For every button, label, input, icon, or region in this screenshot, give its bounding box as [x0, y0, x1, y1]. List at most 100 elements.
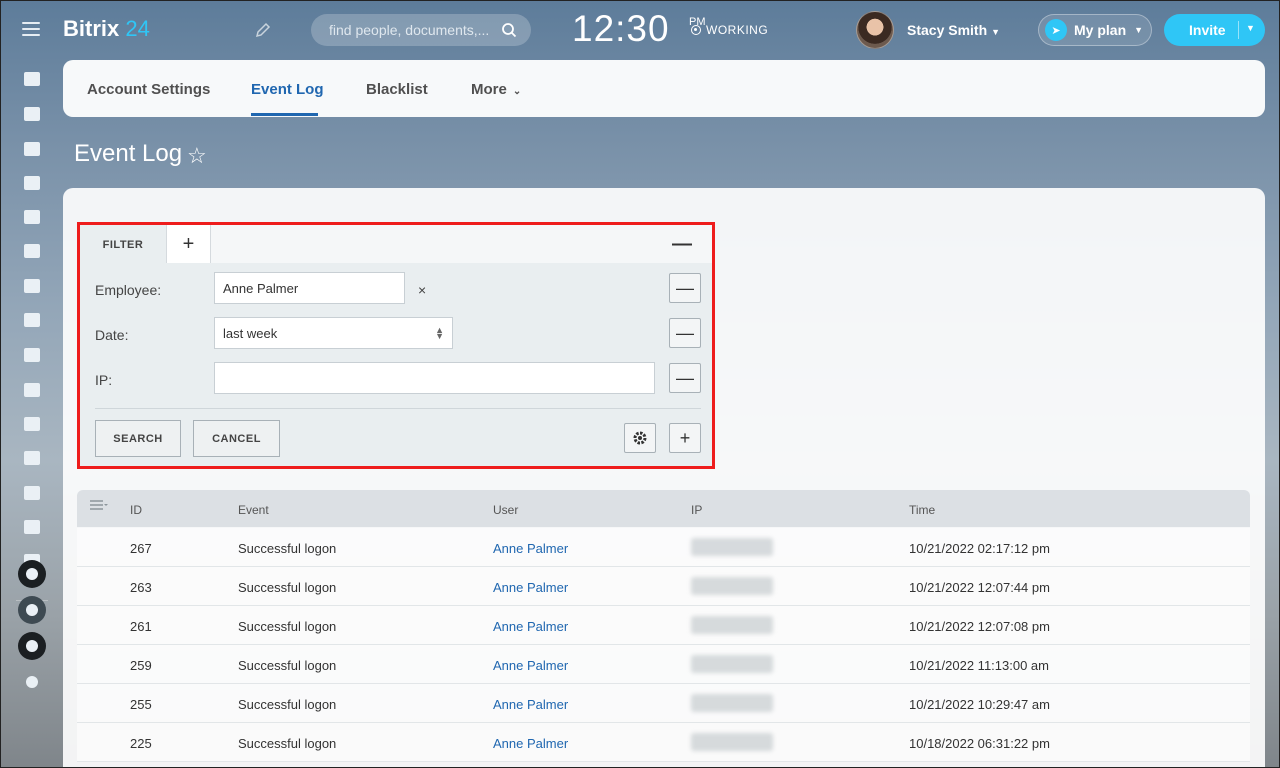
network-icon[interactable] [18, 668, 46, 696]
glyph [23, 210, 40, 224]
column-header-event[interactable]: Event [238, 503, 269, 517]
cell-user-link[interactable]: Anne Palmer [493, 697, 568, 712]
glyph [23, 176, 40, 190]
docs-icon[interactable] [12, 200, 51, 234]
chat-icon[interactable] [12, 132, 51, 166]
search-icon[interactable] [501, 22, 517, 38]
chevron-down-icon[interactable]: ▼ [1246, 23, 1255, 33]
column-header-ip[interactable]: IP [691, 503, 702, 517]
status-label: WORKING [706, 23, 769, 37]
search-button[interactable]: SEARCH [95, 420, 181, 457]
cell-user-link[interactable]: Anne Palmer [493, 541, 568, 556]
date-select[interactable]: last week ▲ ▼ [214, 317, 453, 349]
clock[interactable]: 12:30 PM [572, 8, 706, 50]
cell-ip-redacted [691, 616, 773, 634]
table-row[interactable]: 261 Successful logon Anne Palmer 10/21/2022… [77, 606, 1250, 645]
tab-event-log[interactable]: Event Log [251, 81, 324, 98]
work-status[interactable]: WORKING [691, 23, 768, 37]
column-header-id[interactable]: ID [130, 503, 142, 517]
cell-id: 267 [130, 541, 152, 556]
cell-user-link[interactable]: Anne Palmer [493, 658, 568, 673]
remove-ip-field-icon[interactable]: — [669, 363, 701, 393]
table-row[interactable]: 267 Successful logon Anne Palmer 10/21/2022… [77, 528, 1250, 567]
table-row[interactable]: 263 Successful logon Anne Palmer 10/21/2022… [77, 567, 1250, 606]
table-row[interactable]: 259 Successful logon Anne Palmer 10/21/2022… [77, 645, 1250, 684]
cell-event: Successful logon [238, 541, 337, 556]
collapse-icon[interactable] [18, 632, 46, 660]
remove-date-field-icon[interactable]: — [669, 318, 701, 348]
groups-icon[interactable] [12, 303, 51, 337]
cart-icon[interactable] [12, 441, 51, 475]
tasks-icon[interactable] [12, 338, 51, 372]
tab-more[interactable]: More ⌄ [471, 81, 521, 98]
cancel-button[interactable]: CANCEL [193, 420, 280, 457]
logo[interactable]: Bitrix 24 [63, 16, 150, 42]
clock-time: 12:30 [572, 8, 670, 49]
tab-blacklist[interactable]: Blacklist [366, 81, 428, 98]
my-plan-button[interactable]: ➤ My plan ▼ [1038, 14, 1152, 46]
tab-account-settings[interactable]: Account Settings [87, 81, 210, 98]
user-menu[interactable]: Stacy Smith ▼ [907, 22, 1000, 38]
avatar[interactable] [856, 11, 894, 49]
add-filter-tab-icon[interactable]: + [166, 225, 211, 263]
glyph [23, 72, 40, 86]
glyph [26, 604, 38, 616]
target-icon[interactable] [12, 407, 51, 441]
glyph [23, 244, 40, 258]
search-input[interactable] [327, 21, 491, 39]
cell-id: 225 [130, 736, 152, 751]
sites-icon[interactable] [18, 560, 46, 588]
crm-filter-icon[interactable] [12, 373, 51, 407]
filter-tab[interactable]: FILTER [80, 225, 166, 265]
glyph [23, 486, 40, 500]
status-icon [691, 25, 701, 35]
table-row[interactable]: 225 Successful logon Anne Palmer 10/18/2022… [77, 723, 1250, 762]
left-sidebar [12, 62, 51, 622]
collapse-filter-icon[interactable]: — [672, 233, 692, 256]
employee-field[interactable]: Anne Palmer [214, 272, 405, 304]
calendar-icon[interactable] [12, 166, 51, 200]
search-box[interactable] [311, 14, 531, 46]
cell-event: Successful logon [238, 697, 337, 712]
column-settings-icon[interactable] [89, 499, 109, 511]
star-icon[interactable]: ☆ [187, 143, 207, 169]
glyph [23, 142, 40, 156]
glyph [23, 520, 40, 534]
cell-time: 10/21/2022 11:13:00 am [909, 658, 1049, 673]
glyph [26, 568, 38, 580]
remove-employee-field-icon[interactable]: — [669, 273, 701, 303]
settings-icon[interactable] [18, 596, 46, 624]
drive-icon[interactable] [12, 234, 51, 268]
glyph [23, 383, 40, 397]
ip-field[interactable] [214, 362, 655, 394]
cell-id: 255 [130, 697, 152, 712]
filter-divider [95, 408, 701, 409]
add-field-icon[interactable]: + [669, 423, 701, 453]
cell-time: 10/21/2022 10:29:47 am [909, 697, 1050, 712]
glyph [23, 313, 40, 327]
cell-time: 10/21/2022 12:07:44 pm [909, 580, 1050, 595]
gear-icon[interactable] [624, 423, 656, 453]
mail-icon[interactable] [12, 269, 51, 303]
cell-user-link[interactable]: Anne Palmer [493, 580, 568, 595]
glyph [26, 676, 38, 688]
menu-icon[interactable] [22, 22, 40, 36]
column-header-user[interactable]: User [493, 503, 518, 517]
clear-employee-icon[interactable]: × [418, 282, 426, 298]
pencil-icon[interactable] [255, 22, 271, 38]
contact-center-icon[interactable] [12, 476, 51, 510]
table-header: ID Event User IP Time [77, 490, 1250, 527]
news-icon[interactable] [12, 97, 51, 131]
top-bar: Bitrix 24 12:30PM WORKING Stacy Smith▼ ➤… [0, 0, 1280, 60]
dashboard-icon[interactable] [12, 62, 51, 96]
invite-button[interactable]: Invite ▼ [1164, 14, 1265, 46]
employee-value: Anne Palmer [223, 280, 299, 296]
cell-user-link[interactable]: Anne Palmer [493, 736, 568, 751]
column-header-time[interactable]: Time [909, 503, 935, 517]
robot-icon[interactable] [12, 510, 51, 544]
glyph [23, 279, 40, 293]
table-row[interactable]: 255 Successful logon Anne Palmer 10/21/2022… [77, 684, 1250, 723]
cell-event: Successful logon [238, 619, 337, 634]
cell-user-link[interactable]: Anne Palmer [493, 619, 568, 634]
filter-panel: FILTER + — Employee: Anne Palmer × — Dat… [77, 222, 715, 469]
